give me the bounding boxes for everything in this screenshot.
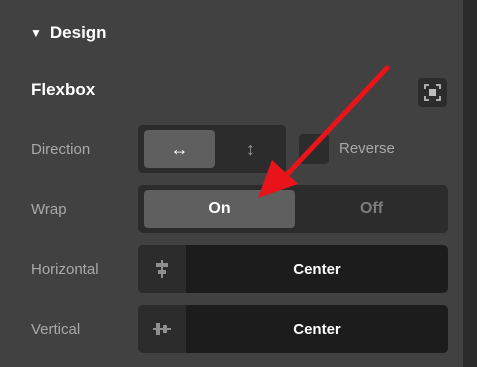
align-center-horizontal-icon xyxy=(156,260,168,278)
wrap-label: Wrap xyxy=(31,201,67,218)
wrap-off-button[interactable]: Off xyxy=(295,190,448,228)
horizontal-arrows-icon: ↔ xyxy=(170,138,189,159)
direction-toggle: ↔ ↕ xyxy=(138,125,286,173)
horizontal-label: Horizontal xyxy=(31,261,99,278)
direction-horizontal-button[interactable]: ↔ xyxy=(144,130,215,168)
vertical-align-value: Center xyxy=(186,305,448,353)
vertical-label: Vertical xyxy=(31,321,81,338)
direction-label: Direction xyxy=(31,141,91,158)
fullscreen-icon xyxy=(424,84,441,101)
flexbox-title: Flexbox xyxy=(31,80,96,99)
reverse-checkbox[interactable] xyxy=(299,134,329,164)
triangle-down-icon[interactable]: ▼ xyxy=(30,26,42,40)
horizontal-align-value: Center xyxy=(186,245,448,293)
vertical-align-control[interactable]: Center xyxy=(138,305,448,353)
vertical-arrows-icon: ↕ xyxy=(246,138,255,159)
design-panel: ▼ Design Flexbox Direction ↔ ↕ Reverse W… xyxy=(0,0,463,367)
wrap-toggle: On Off xyxy=(138,185,448,233)
wrap-on-button[interactable]: On xyxy=(144,190,295,228)
horizontal-align-icon-box xyxy=(138,245,186,293)
direction-vertical-button[interactable]: ↕ xyxy=(215,130,286,168)
scrollbar[interactable] xyxy=(463,0,477,367)
section-title: Design xyxy=(49,23,107,42)
fullscreen-button[interactable] xyxy=(418,78,447,107)
align-center-vertical-icon xyxy=(153,323,171,335)
reverse-label: Reverse xyxy=(339,140,395,157)
design-section-header[interactable]: ▼ Design xyxy=(30,20,107,46)
horizontal-align-control[interactable]: Center xyxy=(138,245,448,293)
vertical-align-icon-box xyxy=(138,305,186,353)
